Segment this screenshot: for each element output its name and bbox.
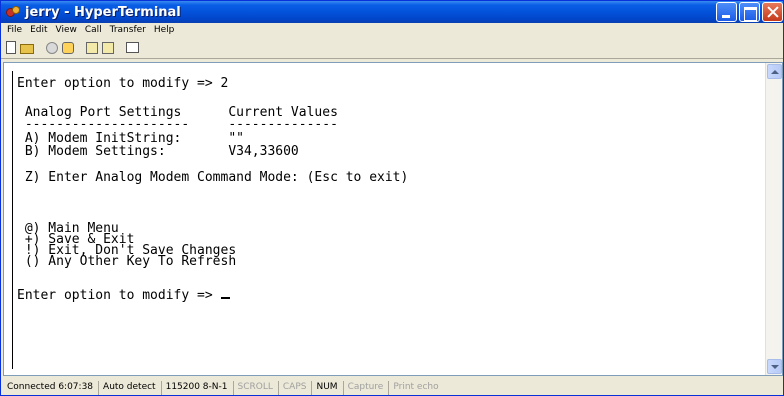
send-file-icon[interactable] <box>86 41 98 54</box>
menu-file[interactable]: File <box>3 23 26 37</box>
scroll-down-icon[interactable] <box>767 359 782 374</box>
terminal-prompt: Enter option to modify => <box>17 288 221 303</box>
status-caps: CAPS <box>277 381 311 395</box>
dial-icon[interactable] <box>62 41 74 54</box>
properties-icon[interactable] <box>126 42 139 53</box>
status-num: NUM <box>311 381 341 395</box>
menu-help[interactable]: Help <box>150 23 179 37</box>
hyperterminal-app-icon[interactable] <box>5 4 21 20</box>
status-scroll: SCROLL <box>232 381 277 395</box>
title-bar[interactable]: jerry - HyperTerminal <box>1 1 783 23</box>
vertical-scrollbar[interactable] <box>765 63 782 375</box>
status-print-echo: Print echo <box>388 381 442 395</box>
toolbar <box>1 37 783 59</box>
menu-bar: File Edit View Call Transfer Help <box>1 23 783 37</box>
caption-buttons <box>716 2 783 22</box>
receive-file-icon[interactable] <box>102 41 114 54</box>
terminal-line: B) Modem Settings: V34,33600 <box>17 144 299 159</box>
terminal-line: --------------------- -------------- <box>17 117 338 132</box>
status-connected: Connected 6:07:38 <box>7 382 94 392</box>
open-icon[interactable] <box>20 44 34 54</box>
menu-call[interactable]: Call <box>81 23 106 37</box>
disconnect-icon[interactable] <box>46 41 58 54</box>
status-detect: Auto detect <box>98 381 160 395</box>
text-cursor <box>220 297 230 299</box>
hyperterminal-window: jerry - HyperTerminal File Edit View Cal… <box>0 0 784 396</box>
menu-transfer[interactable]: Transfer <box>106 23 150 37</box>
terminal-prompt-line: Enter option to modify => <box>17 289 230 303</box>
terminal-frame: Enter option to modify => 2 Analog Port … <box>3 62 783 376</box>
maximize-button[interactable] <box>739 2 760 22</box>
menu-edit[interactable]: Edit <box>26 23 51 37</box>
menu-view[interactable]: View <box>52 23 81 37</box>
terminal-line: Enter option to modify => 2 <box>17 76 229 91</box>
terminal-line: Z) Enter Analog Modem Command Mode: (Esc… <box>17 170 409 185</box>
close-button[interactable] <box>762 2 783 22</box>
status-settings: 115200 8-N-1 <box>160 381 232 395</box>
scroll-up-icon[interactable] <box>767 64 782 79</box>
terminal-screen[interactable]: Enter option to modify => 2 Analog Port … <box>12 71 767 369</box>
status-bar: Connected 6:07:38 Auto detect 115200 8-N… <box>1 379 783 395</box>
status-capture: Capture <box>342 381 388 395</box>
terminal-line: () Any Other Key To Refresh <box>17 254 237 269</box>
window-title: jerry - HyperTerminal <box>25 4 181 20</box>
minimize-button[interactable] <box>716 2 737 22</box>
new-icon[interactable] <box>6 41 16 54</box>
